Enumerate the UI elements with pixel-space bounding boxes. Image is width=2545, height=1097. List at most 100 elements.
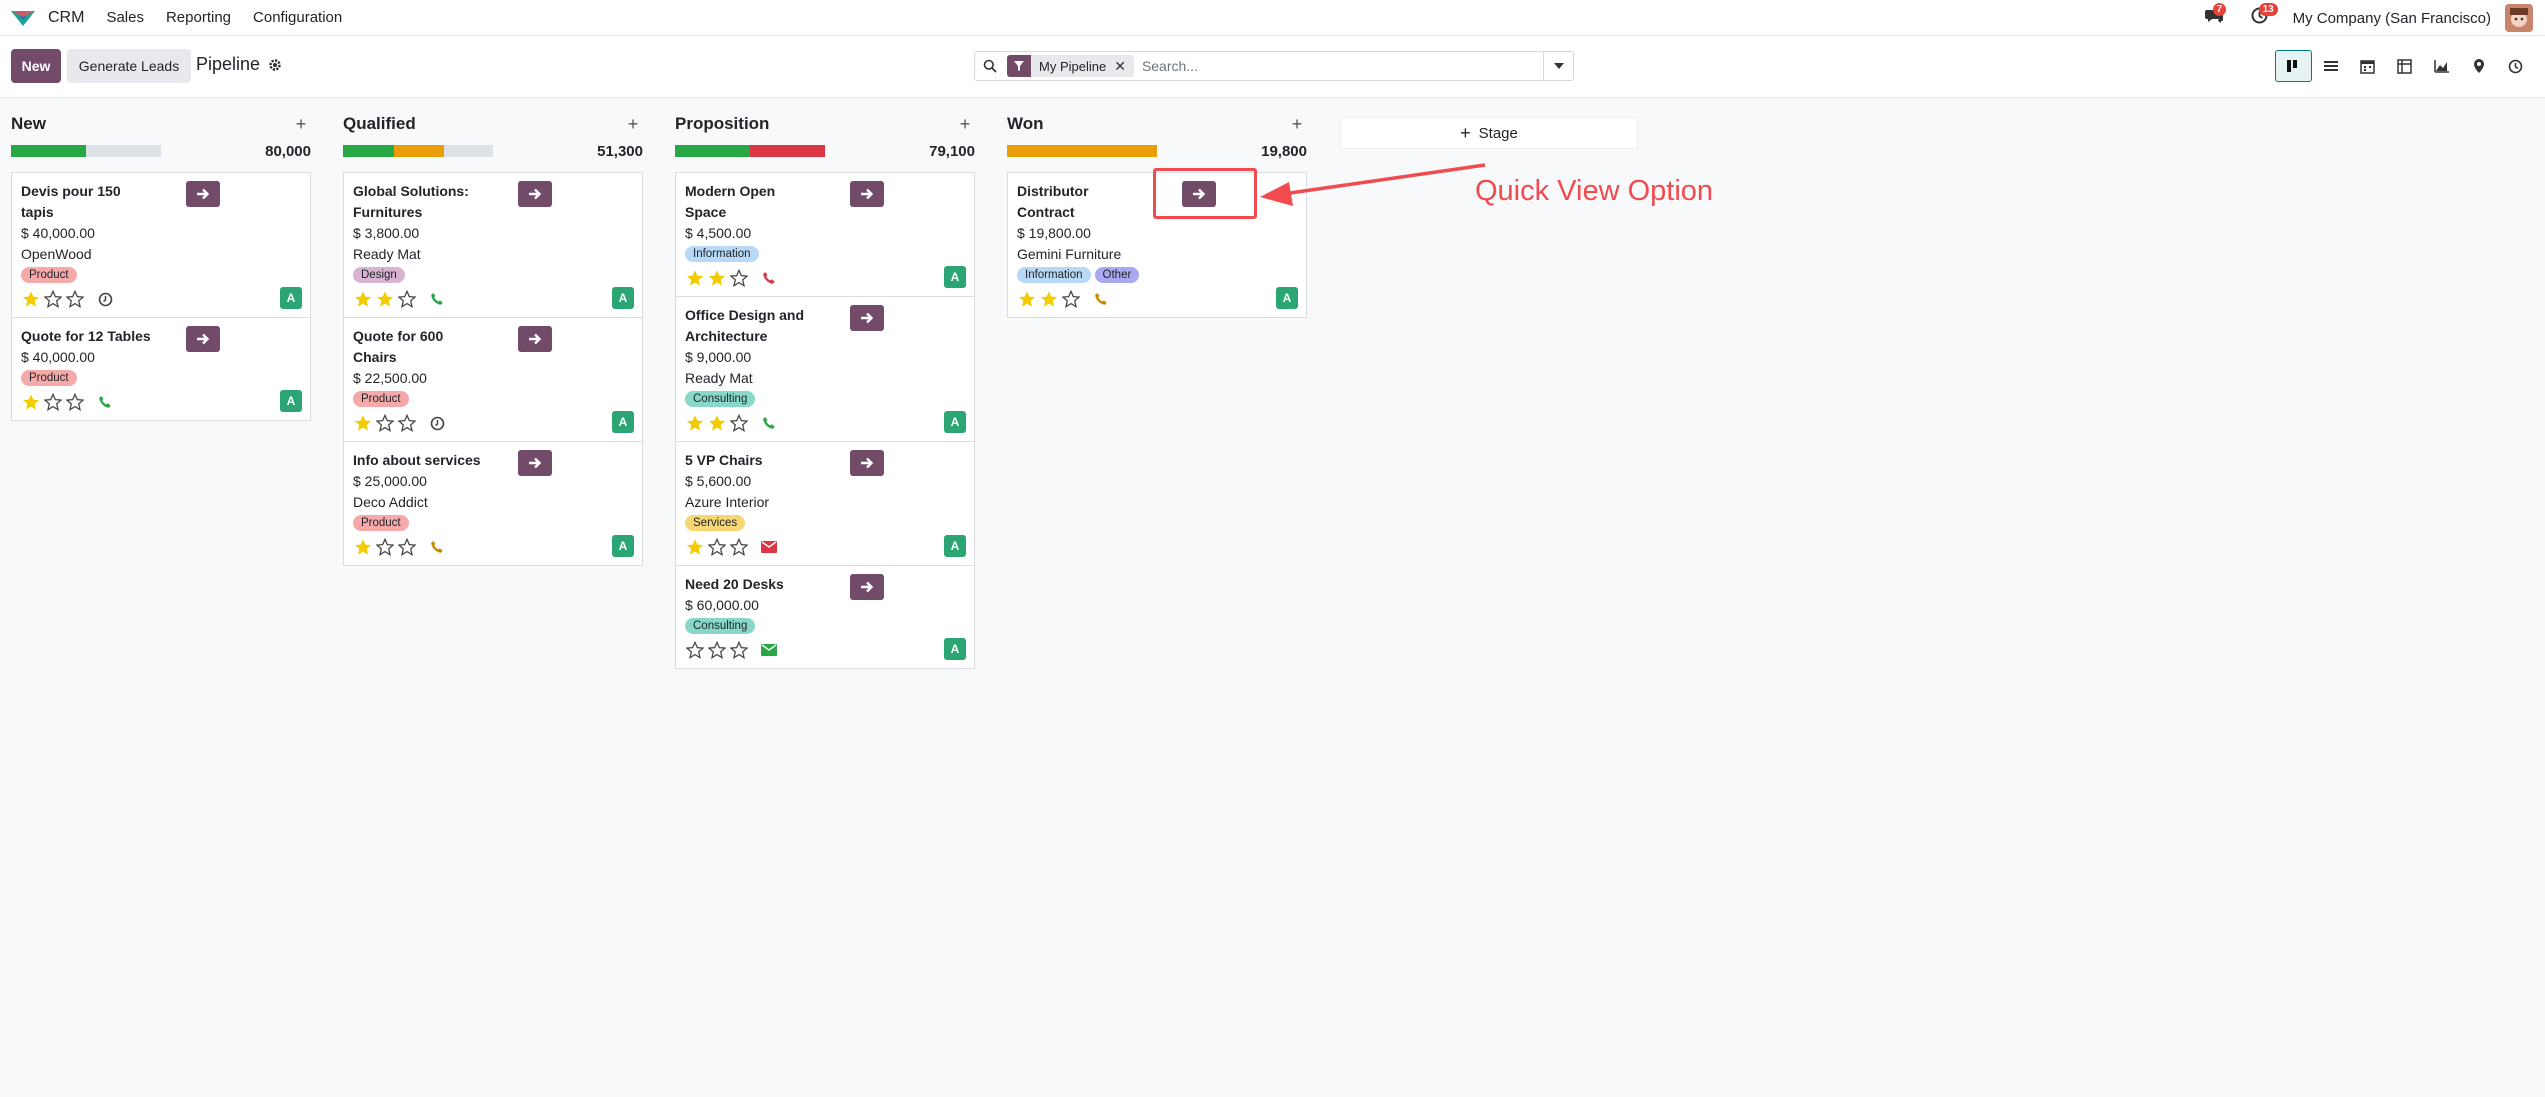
activity-view-button[interactable]	[2497, 50, 2534, 82]
graph-view-button[interactable]	[2423, 50, 2460, 82]
mail-icon[interactable]	[759, 537, 779, 557]
lead-card[interactable]: Global Solutions: Furnitures $ 3,800.00 …	[344, 173, 642, 318]
priority-star-icon[interactable]	[65, 392, 85, 412]
phone-icon[interactable]	[427, 537, 447, 557]
priority-star-icon[interactable]	[353, 537, 373, 557]
priority-star-icon[interactable]	[353, 289, 373, 309]
new-button[interactable]: New	[11, 49, 61, 83]
quick-view-button[interactable]	[518, 450, 552, 476]
column-title[interactable]: Won	[1007, 114, 1044, 134]
assignee-avatar[interactable]: A	[944, 535, 966, 557]
priority-star-icon[interactable]	[729, 268, 749, 288]
assignee-avatar[interactable]: A	[944, 266, 966, 288]
activities-button[interactable]: 13	[2247, 3, 2278, 31]
progress-segment[interactable]	[343, 145, 394, 157]
phone-icon[interactable]	[759, 413, 779, 433]
company-switcher[interactable]: My Company (San Francisco)	[2293, 10, 2491, 27]
priority-star-icon[interactable]	[21, 289, 41, 309]
clock-icon[interactable]	[95, 289, 115, 309]
lead-card[interactable]: Quote for 600 Chairs $ 22,500.00 Product…	[344, 318, 642, 442]
priority-star-icon[interactable]	[707, 537, 727, 557]
priority-star-icon[interactable]	[1061, 289, 1081, 309]
quick-view-button[interactable]	[518, 326, 552, 352]
priority-star-icon[interactable]	[21, 392, 41, 412]
map-view-button[interactable]	[2460, 50, 2497, 82]
priority-star-icon[interactable]	[1039, 289, 1059, 309]
menu-configuration[interactable]: Configuration	[253, 9, 342, 26]
priority-star-icon[interactable]	[729, 413, 749, 433]
lead-card[interactable]: Info about services $ 25,000.00 Deco Add…	[344, 442, 642, 565]
assignee-avatar[interactable]: A	[1276, 287, 1298, 309]
priority-star-icon[interactable]	[685, 268, 705, 288]
assignee-avatar[interactable]: A	[280, 287, 302, 309]
facet-remove-icon[interactable]: ✕	[1114, 58, 1134, 75]
quick-view-button[interactable]	[850, 181, 884, 207]
generate-leads-button[interactable]: Generate Leads	[67, 49, 191, 83]
menu-reporting[interactable]: Reporting	[166, 9, 231, 26]
quick-create-plus-icon[interactable]: +	[955, 114, 975, 135]
assignee-avatar[interactable]: A	[612, 411, 634, 433]
progress-segment[interactable]	[11, 145, 86, 157]
priority-star-icon[interactable]	[729, 537, 749, 557]
mail-icon[interactable]	[759, 640, 779, 660]
priority-star-icon[interactable]	[353, 413, 373, 433]
pivot-view-button[interactable]	[2386, 50, 2423, 82]
quick-view-button[interactable]	[850, 574, 884, 600]
progress-segment[interactable]	[1007, 145, 1157, 157]
calendar-view-button[interactable]	[2349, 50, 2386, 82]
column-title[interactable]: New	[11, 114, 46, 134]
search-facet[interactable]: My Pipeline ✕	[1007, 55, 1134, 77]
priority-star-icon[interactable]	[729, 640, 749, 660]
column-title[interactable]: Proposition	[675, 114, 769, 134]
assignee-avatar[interactable]: A	[612, 535, 634, 557]
phone-icon[interactable]	[759, 268, 779, 288]
priority-star-icon[interactable]	[397, 537, 417, 557]
menu-sales[interactable]: Sales	[106, 9, 144, 26]
search-input[interactable]	[1133, 53, 1543, 79]
priority-star-icon[interactable]	[707, 640, 727, 660]
priority-star-icon[interactable]	[397, 413, 417, 433]
priority-star-icon[interactable]	[707, 268, 727, 288]
phone-icon[interactable]	[1091, 289, 1111, 309]
priority-star-icon[interactable]	[1017, 289, 1037, 309]
priority-star-icon[interactable]	[43, 392, 63, 412]
quick-view-button[interactable]	[186, 181, 220, 207]
quick-view-button[interactable]	[850, 450, 884, 476]
assignee-avatar[interactable]: A	[944, 411, 966, 433]
kanban-view-button[interactable]	[2275, 50, 2312, 82]
clock-icon[interactable]	[427, 413, 447, 433]
quick-create-plus-icon[interactable]: +	[623, 114, 643, 135]
priority-star-icon[interactable]	[65, 289, 85, 309]
messages-button[interactable]: 7	[2201, 3, 2227, 31]
quick-create-plus-icon[interactable]: +	[1287, 114, 1307, 135]
priority-star-icon[interactable]	[685, 640, 705, 660]
priority-star-icon[interactable]	[397, 289, 417, 309]
lead-card[interactable]: Quote for 12 Tables $ 40,000.00 Product …	[12, 318, 310, 420]
quick-view-button[interactable]	[518, 181, 552, 207]
priority-star-icon[interactable]	[375, 413, 395, 433]
quick-view-button[interactable]	[850, 305, 884, 331]
phone-icon[interactable]	[427, 289, 447, 309]
list-view-button[interactable]	[2312, 50, 2349, 82]
phone-icon[interactable]	[95, 392, 115, 412]
progress-segment[interactable]	[675, 145, 750, 157]
priority-star-icon[interactable]	[375, 537, 395, 557]
progress-segment[interactable]	[394, 145, 444, 157]
lead-card[interactable]: Office Design and Architecture $ 9,000.0…	[676, 297, 974, 442]
add-stage-button[interactable]: + Stage	[1340, 117, 1638, 149]
progress-segment[interactable]	[443, 145, 493, 157]
quick-view-button[interactable]	[186, 326, 220, 352]
assignee-avatar[interactable]: A	[612, 287, 634, 309]
user-avatar[interactable]	[2505, 4, 2533, 32]
priority-star-icon[interactable]	[685, 413, 705, 433]
assignee-avatar[interactable]: A	[944, 638, 966, 660]
progress-segment[interactable]	[86, 145, 161, 157]
lead-card[interactable]: Need 20 Desks $ 60,000.00 Consulting A	[676, 566, 974, 668]
column-title[interactable]: Qualified	[343, 114, 416, 134]
progress-segment[interactable]	[750, 145, 825, 157]
priority-star-icon[interactable]	[43, 289, 63, 309]
lead-card[interactable]: 5 VP Chairs $ 5,600.00 Azure Interior Se…	[676, 442, 974, 566]
priority-star-icon[interactable]	[375, 289, 395, 309]
gear-icon[interactable]	[268, 58, 282, 72]
priority-star-icon[interactable]	[707, 413, 727, 433]
